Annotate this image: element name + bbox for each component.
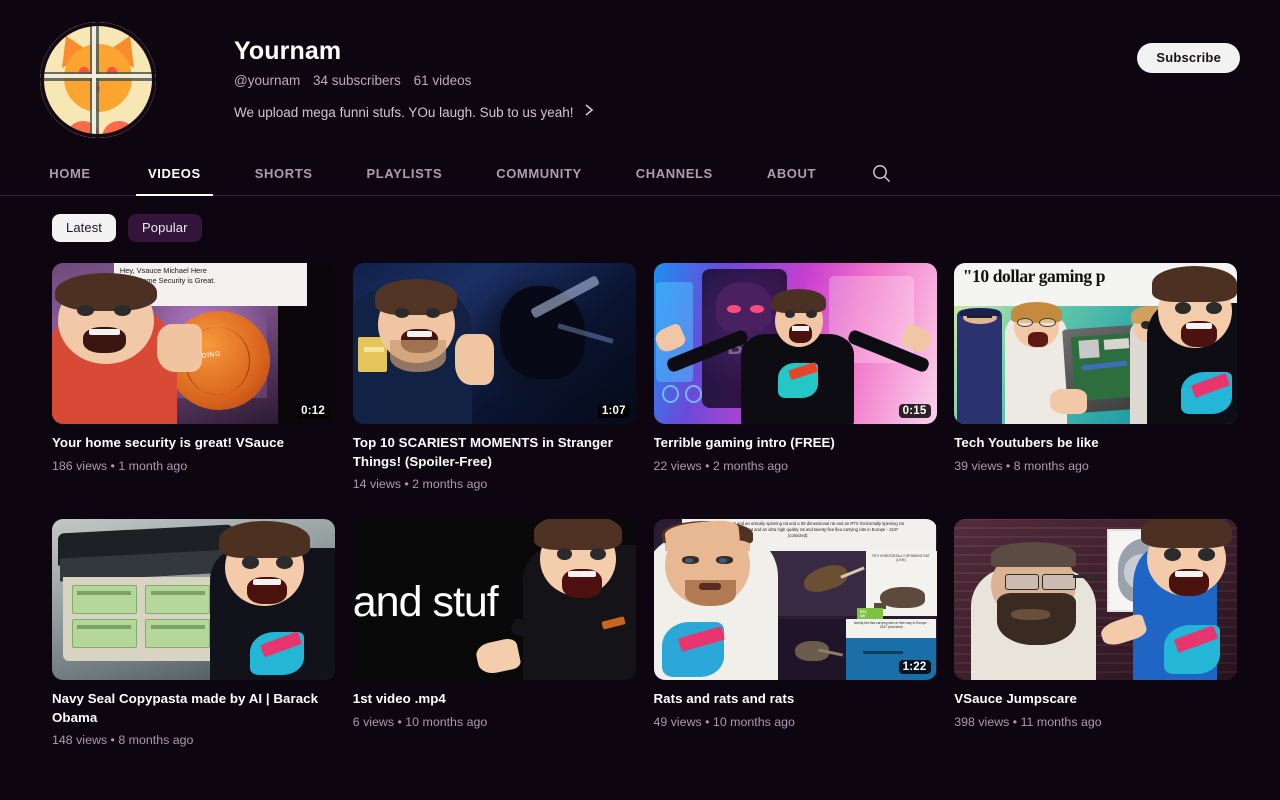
video-stats: 39 views • 8 months ago bbox=[954, 458, 1237, 475]
video-stats: 148 views • 8 months ago bbox=[52, 732, 335, 749]
tab-shorts[interactable]: SHORTS bbox=[249, 150, 319, 196]
video-card[interactable]: Navy Seal Copypasta made by AI | Barack … bbox=[52, 519, 335, 749]
avatar[interactable] bbox=[40, 22, 156, 138]
thumbnail-art: and stuf bbox=[353, 519, 636, 680]
channel-tab-bar: HOME VIDEOS SHORTS PLAYLISTS COMMUNITY C… bbox=[0, 150, 1280, 196]
tab-home[interactable]: HOME bbox=[40, 150, 100, 196]
channel-description-text: We upload mega funni stufs. YOu laugh. S… bbox=[234, 104, 573, 122]
thumbnail-art: BO bbox=[654, 263, 937, 424]
filter-chip-bar: Latest Popular bbox=[0, 196, 1280, 242]
video-card[interactable]: Hey, Vsauce Michael HereYour Home Securi… bbox=[52, 263, 335, 493]
video-thumbnail[interactable]: Hey, Vsauce Michael HereYour Home Securi… bbox=[52, 263, 335, 424]
video-card[interactable]: horizontally spinning rat and an ortical… bbox=[654, 519, 937, 749]
video-duration: 0:15 bbox=[899, 404, 931, 418]
cat-crosshair-avatar-icon bbox=[40, 22, 156, 138]
video-grid: Hey, Vsauce Michael HereYour Home Securi… bbox=[0, 242, 1280, 749]
video-card[interactable]: and stuf 1st video .mp4 6 views • 10 mon… bbox=[353, 519, 636, 749]
subscriber-count: 34 subscribers bbox=[313, 73, 401, 88]
search-icon[interactable] bbox=[864, 150, 898, 196]
video-card[interactable]: "10 dollar gaming p bbox=[954, 263, 1237, 493]
video-stats: 22 views • 2 months ago bbox=[654, 458, 937, 475]
chevron-right-icon[interactable] bbox=[584, 103, 595, 122]
video-stats: 14 views • 2 months ago bbox=[353, 476, 636, 493]
video-stats: 49 views • 10 months ago bbox=[654, 714, 937, 731]
filter-chip-popular[interactable]: Popular bbox=[128, 214, 202, 242]
channel-header: Yournam @yournam 34 subscribers 61 video… bbox=[0, 0, 1280, 150]
video-duration: 0:12 bbox=[297, 404, 329, 418]
thumbnail-art bbox=[52, 519, 335, 680]
video-title: Top 10 SCARIEST MOMENTS in Stranger Thin… bbox=[353, 434, 636, 471]
video-title: 1st video .mp4 bbox=[353, 690, 636, 709]
video-title: Terrible gaming intro (FREE) bbox=[654, 434, 937, 453]
thumbnail-art: "10 dollar gaming p bbox=[954, 263, 1237, 424]
video-thumbnail[interactable] bbox=[52, 519, 335, 680]
video-thumbnail[interactable]: horizontally spinning rat and an ortical… bbox=[654, 519, 937, 680]
video-thumbnail[interactable]: 1:07 bbox=[353, 263, 636, 424]
video-thumbnail[interactable]: BO 0:15 bbox=[654, 263, 937, 424]
thumbnail-art bbox=[954, 519, 1237, 680]
tab-about[interactable]: ABOUT bbox=[761, 150, 822, 196]
video-card[interactable]: BO 0:15 Terrible gaming i bbox=[654, 263, 937, 493]
channel-description[interactable]: We upload mega funni stufs. YOu laugh. S… bbox=[234, 103, 595, 122]
video-title: Your home security is great! VSauce bbox=[52, 434, 335, 453]
video-stats: 398 views • 11 months ago bbox=[954, 714, 1237, 731]
thumbnail-art: Hey, Vsauce Michael HereYour Home Securi… bbox=[52, 263, 335, 424]
tab-playlists[interactable]: PLAYLISTS bbox=[361, 150, 449, 196]
video-thumbnail[interactable]: and stuf bbox=[353, 519, 636, 680]
channel-handle: @yournam bbox=[234, 73, 300, 88]
channel-identity: Yournam @yournam 34 subscribers 61 video… bbox=[234, 22, 595, 122]
tab-community[interactable]: COMMUNITY bbox=[490, 150, 588, 196]
video-stats: 6 views • 10 months ago bbox=[353, 714, 636, 731]
video-title: Rats and rats and rats bbox=[654, 690, 937, 709]
video-thumbnail[interactable]: "10 dollar gaming p bbox=[954, 263, 1237, 424]
channel-meta: @yournam 34 subscribers 61 videos bbox=[234, 72, 595, 90]
filter-chip-latest[interactable]: Latest bbox=[52, 214, 116, 242]
channel-title: Yournam bbox=[234, 36, 595, 66]
tab-videos[interactable]: VIDEOS bbox=[142, 150, 207, 196]
video-thumbnail[interactable] bbox=[954, 519, 1237, 680]
video-title: Tech Youtubers be like bbox=[954, 434, 1237, 453]
video-duration: 1:07 bbox=[598, 404, 630, 418]
subscribe-button[interactable]: Subscribe bbox=[1137, 43, 1240, 73]
video-card[interactable]: 1:07 Top 10 SCARIEST MOMENTS in Stranger… bbox=[353, 263, 636, 493]
video-count: 61 videos bbox=[414, 73, 472, 88]
video-title: VSauce Jumpscare bbox=[954, 690, 1237, 709]
video-title: Navy Seal Copypasta made by AI | Barack … bbox=[52, 690, 335, 727]
video-card[interactable]: VSauce Jumpscare 398 views • 11 months a… bbox=[954, 519, 1237, 749]
video-duration: 1:22 bbox=[899, 660, 931, 674]
video-stats: 186 views • 1 month ago bbox=[52, 458, 335, 475]
thumbnail-art bbox=[353, 263, 636, 424]
tab-channels[interactable]: CHANNELS bbox=[630, 150, 719, 196]
thumbnail-art: horizontally spinning rat and an ortical… bbox=[654, 519, 937, 680]
